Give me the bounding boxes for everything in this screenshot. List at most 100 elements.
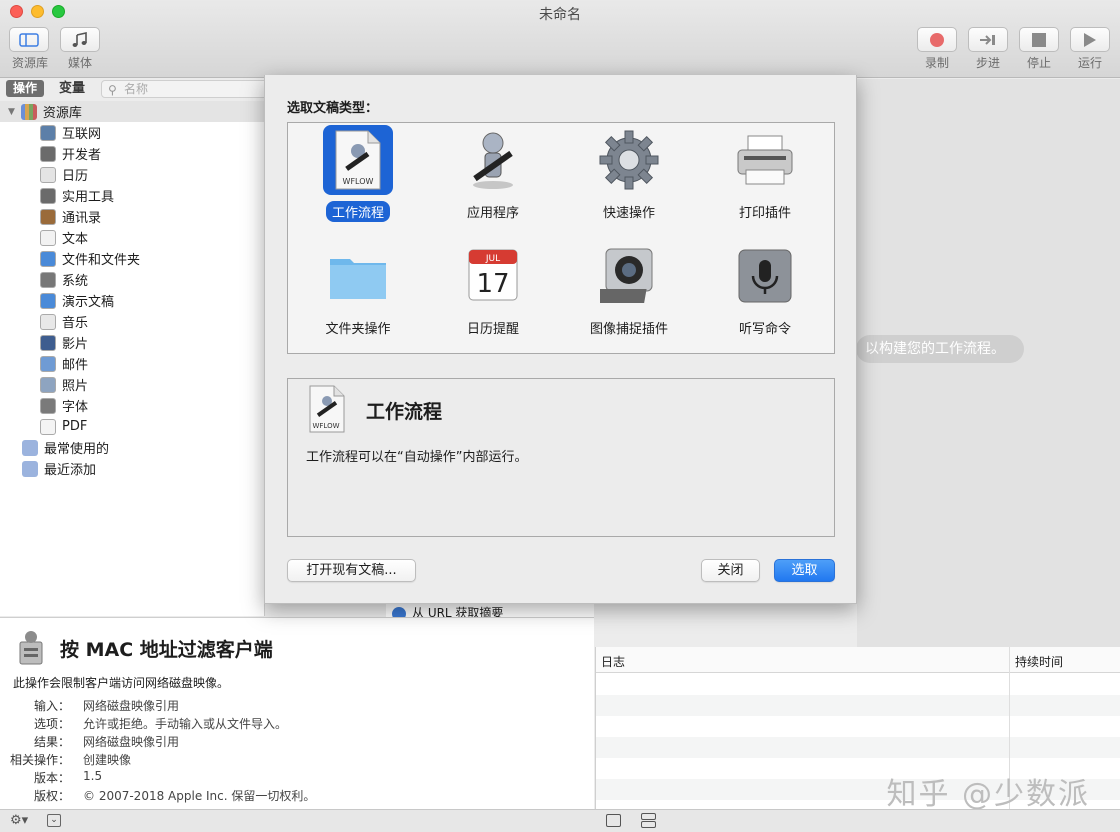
type-label: 文件夹操作: [325, 322, 391, 337]
type-label: 日历提醒: [466, 322, 519, 337]
document-type-sheet: 选取文稿类型： WFLOW 工作流程 应用程序 快速操作 打印插件 文件夹操作 …: [264, 75, 857, 604]
library-list[interactable]: ▼ 资源库 互联网 开发者日历实用工具通讯录文本 文件和文件夹系统演示文稿 音乐 影片邮…: [0, 101, 264, 616]
smart-folder-icon: [22, 460, 38, 477]
library-item[interactable]: 音乐: [40, 311, 88, 332]
search-placeholder: 名称: [124, 82, 149, 96]
sheet-prompt: 选取文稿类型：: [287, 101, 379, 116]
split-view-icon[interactable]: [641, 813, 656, 820]
meta-row: 结果： 网络磁盘映像引用: [0, 733, 179, 750]
choose-button[interactable]: 选取: [774, 559, 835, 582]
type-workflow[interactable]: WFLOW 工作流程: [290, 123, 426, 233]
category-icon: [40, 292, 56, 309]
document-type-grid: WFLOW 工作流程 应用程序 快速操作 打印插件 文件夹操作 JUL 17 日…: [287, 122, 835, 354]
meta-key: 相关操作：: [9, 753, 70, 767]
category-icon: [40, 334, 56, 351]
automator-robot-icon: [458, 125, 528, 195]
group-recently-added[interactable]: 最近添加: [22, 458, 96, 479]
type-application[interactable]: 应用程序: [425, 123, 561, 233]
library-item-label: 演示文稿: [62, 295, 115, 310]
close-button[interactable]: 关闭: [701, 559, 760, 582]
music-note-icon: [72, 31, 87, 47]
library-item[interactable]: 邮件: [40, 353, 88, 374]
run-button[interactable]: [1070, 27, 1110, 52]
library-item[interactable]: 互联网: [40, 122, 101, 143]
library-item-label: 文本: [62, 232, 89, 247]
type-image-capture-plugin[interactable]: 图像捕捉插件: [561, 239, 697, 349]
action-title: 按 MAC 地址过滤客户端: [60, 639, 273, 661]
meta-key: 选项：: [33, 717, 70, 731]
group-most-used[interactable]: 最常使用的: [22, 437, 109, 458]
library-item[interactable]: 演示文稿: [40, 290, 114, 311]
wflow-tag: WFLOW: [343, 177, 374, 186]
library-item[interactable]: 系统: [40, 269, 88, 290]
category-icon: [40, 187, 56, 204]
action-row-partial[interactable]: 从 URL 获取摘要: [386, 604, 594, 618]
tab-actions[interactable]: 操作: [6, 80, 45, 97]
tab-variables[interactable]: 变量: [59, 80, 85, 97]
calendar-month: JUL: [485, 254, 500, 264]
type-info-box: WFLOW 工作流程 工作流程可以在“自动操作”内部运行。: [287, 378, 835, 537]
type-info-text: 工作流程可以在“自动操作”内部运行。: [306, 450, 528, 465]
library-item-label: 邮件: [62, 358, 89, 373]
workflow-icon: WFLOW: [323, 125, 393, 195]
library-item[interactable]: 文件和文件夹: [40, 248, 140, 269]
library-item[interactable]: 文本: [40, 227, 88, 248]
library-item[interactable]: 日历: [40, 164, 88, 185]
library-toggle-button[interactable]: [9, 27, 49, 52]
disclosure-triangle-icon[interactable]: ▼: [8, 107, 15, 117]
step-button[interactable]: [968, 27, 1008, 52]
server-robot-icon: [19, 631, 43, 665]
sidebar-icon: [19, 32, 39, 47]
library-item[interactable]: 开发者: [40, 143, 101, 164]
workflow-canvas[interactable]: [857, 79, 1120, 647]
workflow-hint: 以构建您的工作流程。: [856, 335, 1024, 363]
stop-icon: [1032, 32, 1046, 47]
library-item-label: 字体: [62, 400, 89, 415]
calendar-day: 17: [476, 269, 509, 299]
description-toggle-icon[interactable]: ⌄: [47, 814, 61, 827]
type-dictation-command[interactable]: 听写命令: [697, 239, 833, 349]
open-existing-document-button[interactable]: 打开现有文稿...: [287, 559, 416, 582]
category-icon: [40, 271, 56, 288]
type-folder-action[interactable]: 文件夹操作: [290, 239, 426, 349]
type-label: 听写命令: [738, 322, 791, 337]
media-button[interactable]: [60, 27, 100, 52]
meta-key: 结果：: [33, 735, 70, 749]
library-item[interactable]: 照片: [40, 374, 88, 395]
category-icon: [40, 355, 56, 372]
library-item[interactable]: 实用工具: [40, 185, 114, 206]
library-item[interactable]: PDF: [40, 416, 87, 437]
category-icon: [40, 166, 56, 183]
library-item-label: PDF: [62, 419, 88, 434]
meta-value: 网络磁盘映像引用: [83, 735, 180, 749]
stop-button[interactable]: [1019, 27, 1059, 52]
library-item-label: 实用工具: [62, 190, 115, 205]
record-button[interactable]: [917, 27, 957, 52]
library-item[interactable]: 影片: [40, 332, 88, 353]
description-panel: 按 MAC 地址过滤客户端 此操作会限制客户端访问网络磁盘映像。 输入： 网络磁盘…: [0, 617, 594, 809]
category-icon: [40, 397, 56, 414]
type-quick-action[interactable]: 快速操作: [561, 123, 697, 233]
type-calendar-alarm[interactable]: JUL 17 日历提醒: [425, 239, 561, 349]
type-label: 应用程序: [466, 206, 519, 221]
library-item-label: 日历: [62, 169, 89, 184]
search-icon: ⚲: [108, 83, 117, 97]
list-view-icon[interactable]: [606, 814, 621, 827]
library-item[interactable]: 字体: [40, 395, 88, 416]
library-item[interactable]: 通讯录: [40, 206, 101, 227]
library-item-label: 系统: [62, 274, 89, 289]
library-root-row[interactable]: ▼ 资源库: [0, 101, 264, 122]
camera-icon: [594, 241, 664, 311]
meta-row: 版本： 1.5: [0, 769, 102, 786]
meta-row: 相关操作： 创建映像: [0, 751, 131, 768]
meta-value: © 2007-2018 Apple Inc. 保留一切权利。: [83, 789, 316, 803]
gear-menu-icon[interactable]: ⚙▾: [10, 813, 28, 828]
library-search-field[interactable]: ⚲ 名称: [101, 80, 271, 98]
meta-value: 网络磁盘映像引用: [83, 699, 180, 713]
type-print-plugin[interactable]: 打印插件: [697, 123, 833, 233]
library-item-label: 通讯录: [62, 211, 102, 226]
log-column-header[interactable]: 日志: [601, 653, 625, 670]
title-bar: 未命名 资源库 媒体 录制 步进 停止 运行: [0, 0, 1120, 78]
group-label: 最近添加: [44, 463, 97, 478]
duration-column-header[interactable]: 持续时间: [1015, 653, 1063, 670]
